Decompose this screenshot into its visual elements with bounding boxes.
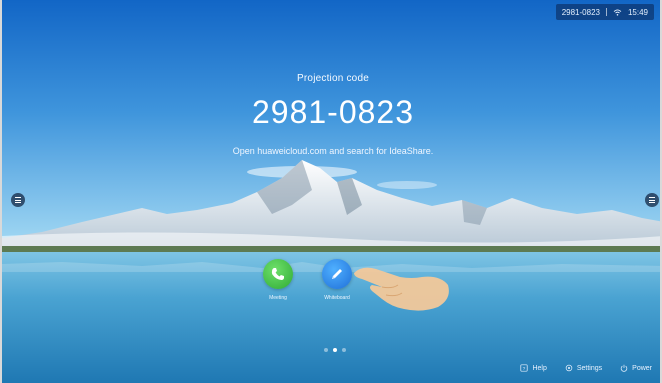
mountain-lake-wallpaper (2, 0, 660, 383)
menu-icon (15, 197, 21, 203)
meeting-app[interactable]: Meeting (248, 259, 308, 301)
power-label: Power (632, 364, 652, 372)
left-menu-button[interactable] (11, 193, 25, 207)
home-screen: 2981-0823 15:49 Projection code 2981-082… (0, 0, 662, 383)
phone-icon (271, 268, 284, 280)
page-dot[interactable] (342, 348, 346, 352)
bottom-bar: ? Help Settings Power (520, 364, 652, 372)
meeting-app-icon[interactable] (263, 259, 293, 289)
svg-text:?: ? (523, 366, 526, 372)
settings-label: Settings (576, 364, 603, 372)
gear-icon (565, 364, 573, 372)
status-projection-code: 2981-0823 (561, 7, 600, 17)
whiteboard-app-label: Whiteboard (324, 295, 350, 301)
settings-button[interactable]: Settings (565, 364, 602, 372)
whiteboard-app-icon[interactable] (322, 259, 352, 289)
pen-icon (332, 269, 342, 279)
meeting-app-label: Meeting (269, 295, 287, 301)
power-icon (620, 364, 628, 372)
help-icon: ? (520, 364, 529, 372)
projection-code: 2981-0823 (251, 94, 415, 130)
status-divider (605, 8, 607, 16)
menu-icon (649, 197, 655, 203)
page-dot-active[interactable] (333, 348, 337, 352)
projection-code-label: Projection code (297, 73, 369, 84)
page-dot[interactable] (324, 348, 328, 352)
projection-hint: Open huaweicloud.com and search for Idea… (232, 146, 434, 156)
wifi-icon (613, 8, 622, 16)
power-button[interactable]: Power (620, 364, 652, 372)
status-bar: 2981-0823 15:49 (555, 4, 654, 20)
pointing-hand-graphic (354, 267, 449, 311)
page-indicator (324, 348, 346, 352)
status-time: 15:49 (627, 7, 648, 17)
help-label: Help (532, 364, 547, 372)
help-button[interactable]: ? Help (520, 364, 547, 372)
right-menu-button[interactable] (645, 193, 659, 207)
